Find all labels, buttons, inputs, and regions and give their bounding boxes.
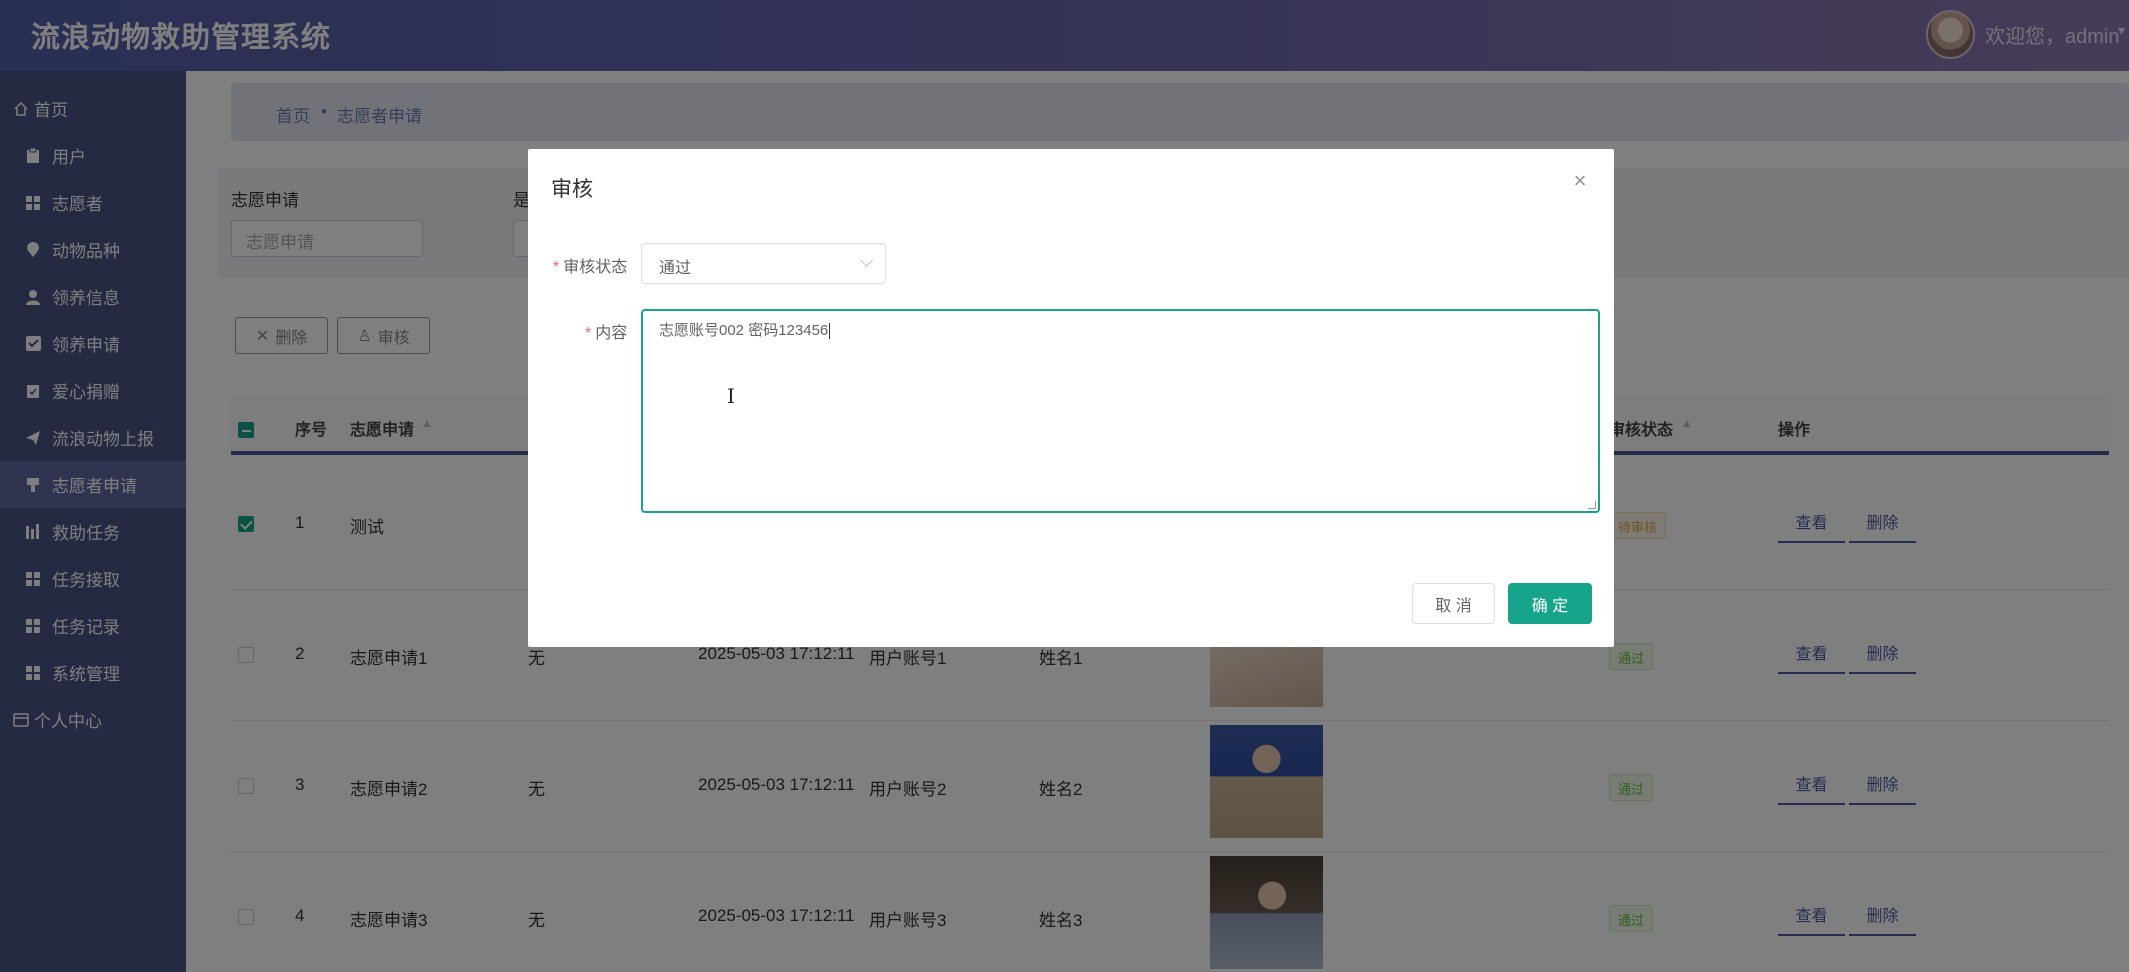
audit-dialog: 审核 × * 审核状态 通过 * 内容 志愿账号002 密码123456 I 取 消… bbox=[528, 149, 1614, 647]
required-marker: * bbox=[553, 259, 560, 276]
content-field-label-text: 内容 bbox=[595, 325, 628, 342]
dialog-title: 审核 bbox=[551, 178, 593, 201]
content-text: 志愿账号002 密码123456 bbox=[659, 319, 831, 340]
ibeam-cursor-icon: I bbox=[727, 384, 735, 408]
resize-handle-icon[interactable] bbox=[1588, 501, 1596, 509]
close-icon[interactable]: × bbox=[1568, 169, 1592, 193]
audit-status-select[interactable]: 通过 bbox=[641, 243, 886, 284]
content-field-label: * 内容 bbox=[585, 319, 627, 343]
cancel-button[interactable]: 取 消 bbox=[1412, 583, 1495, 624]
confirm-button[interactable]: 确 定 bbox=[1508, 583, 1592, 624]
audit-status-value: 通过 bbox=[659, 260, 692, 277]
content-textarea[interactable]: 志愿账号002 密码123456 I bbox=[641, 309, 1600, 513]
required-marker: * bbox=[585, 325, 592, 342]
text-caret bbox=[829, 323, 831, 340]
status-field-label: * 审核状态 bbox=[553, 253, 627, 277]
content-value: 志愿账号002 密码123456 bbox=[659, 322, 829, 339]
chevron-down-icon bbox=[860, 254, 873, 267]
status-field-label-text: 审核状态 bbox=[563, 259, 628, 276]
